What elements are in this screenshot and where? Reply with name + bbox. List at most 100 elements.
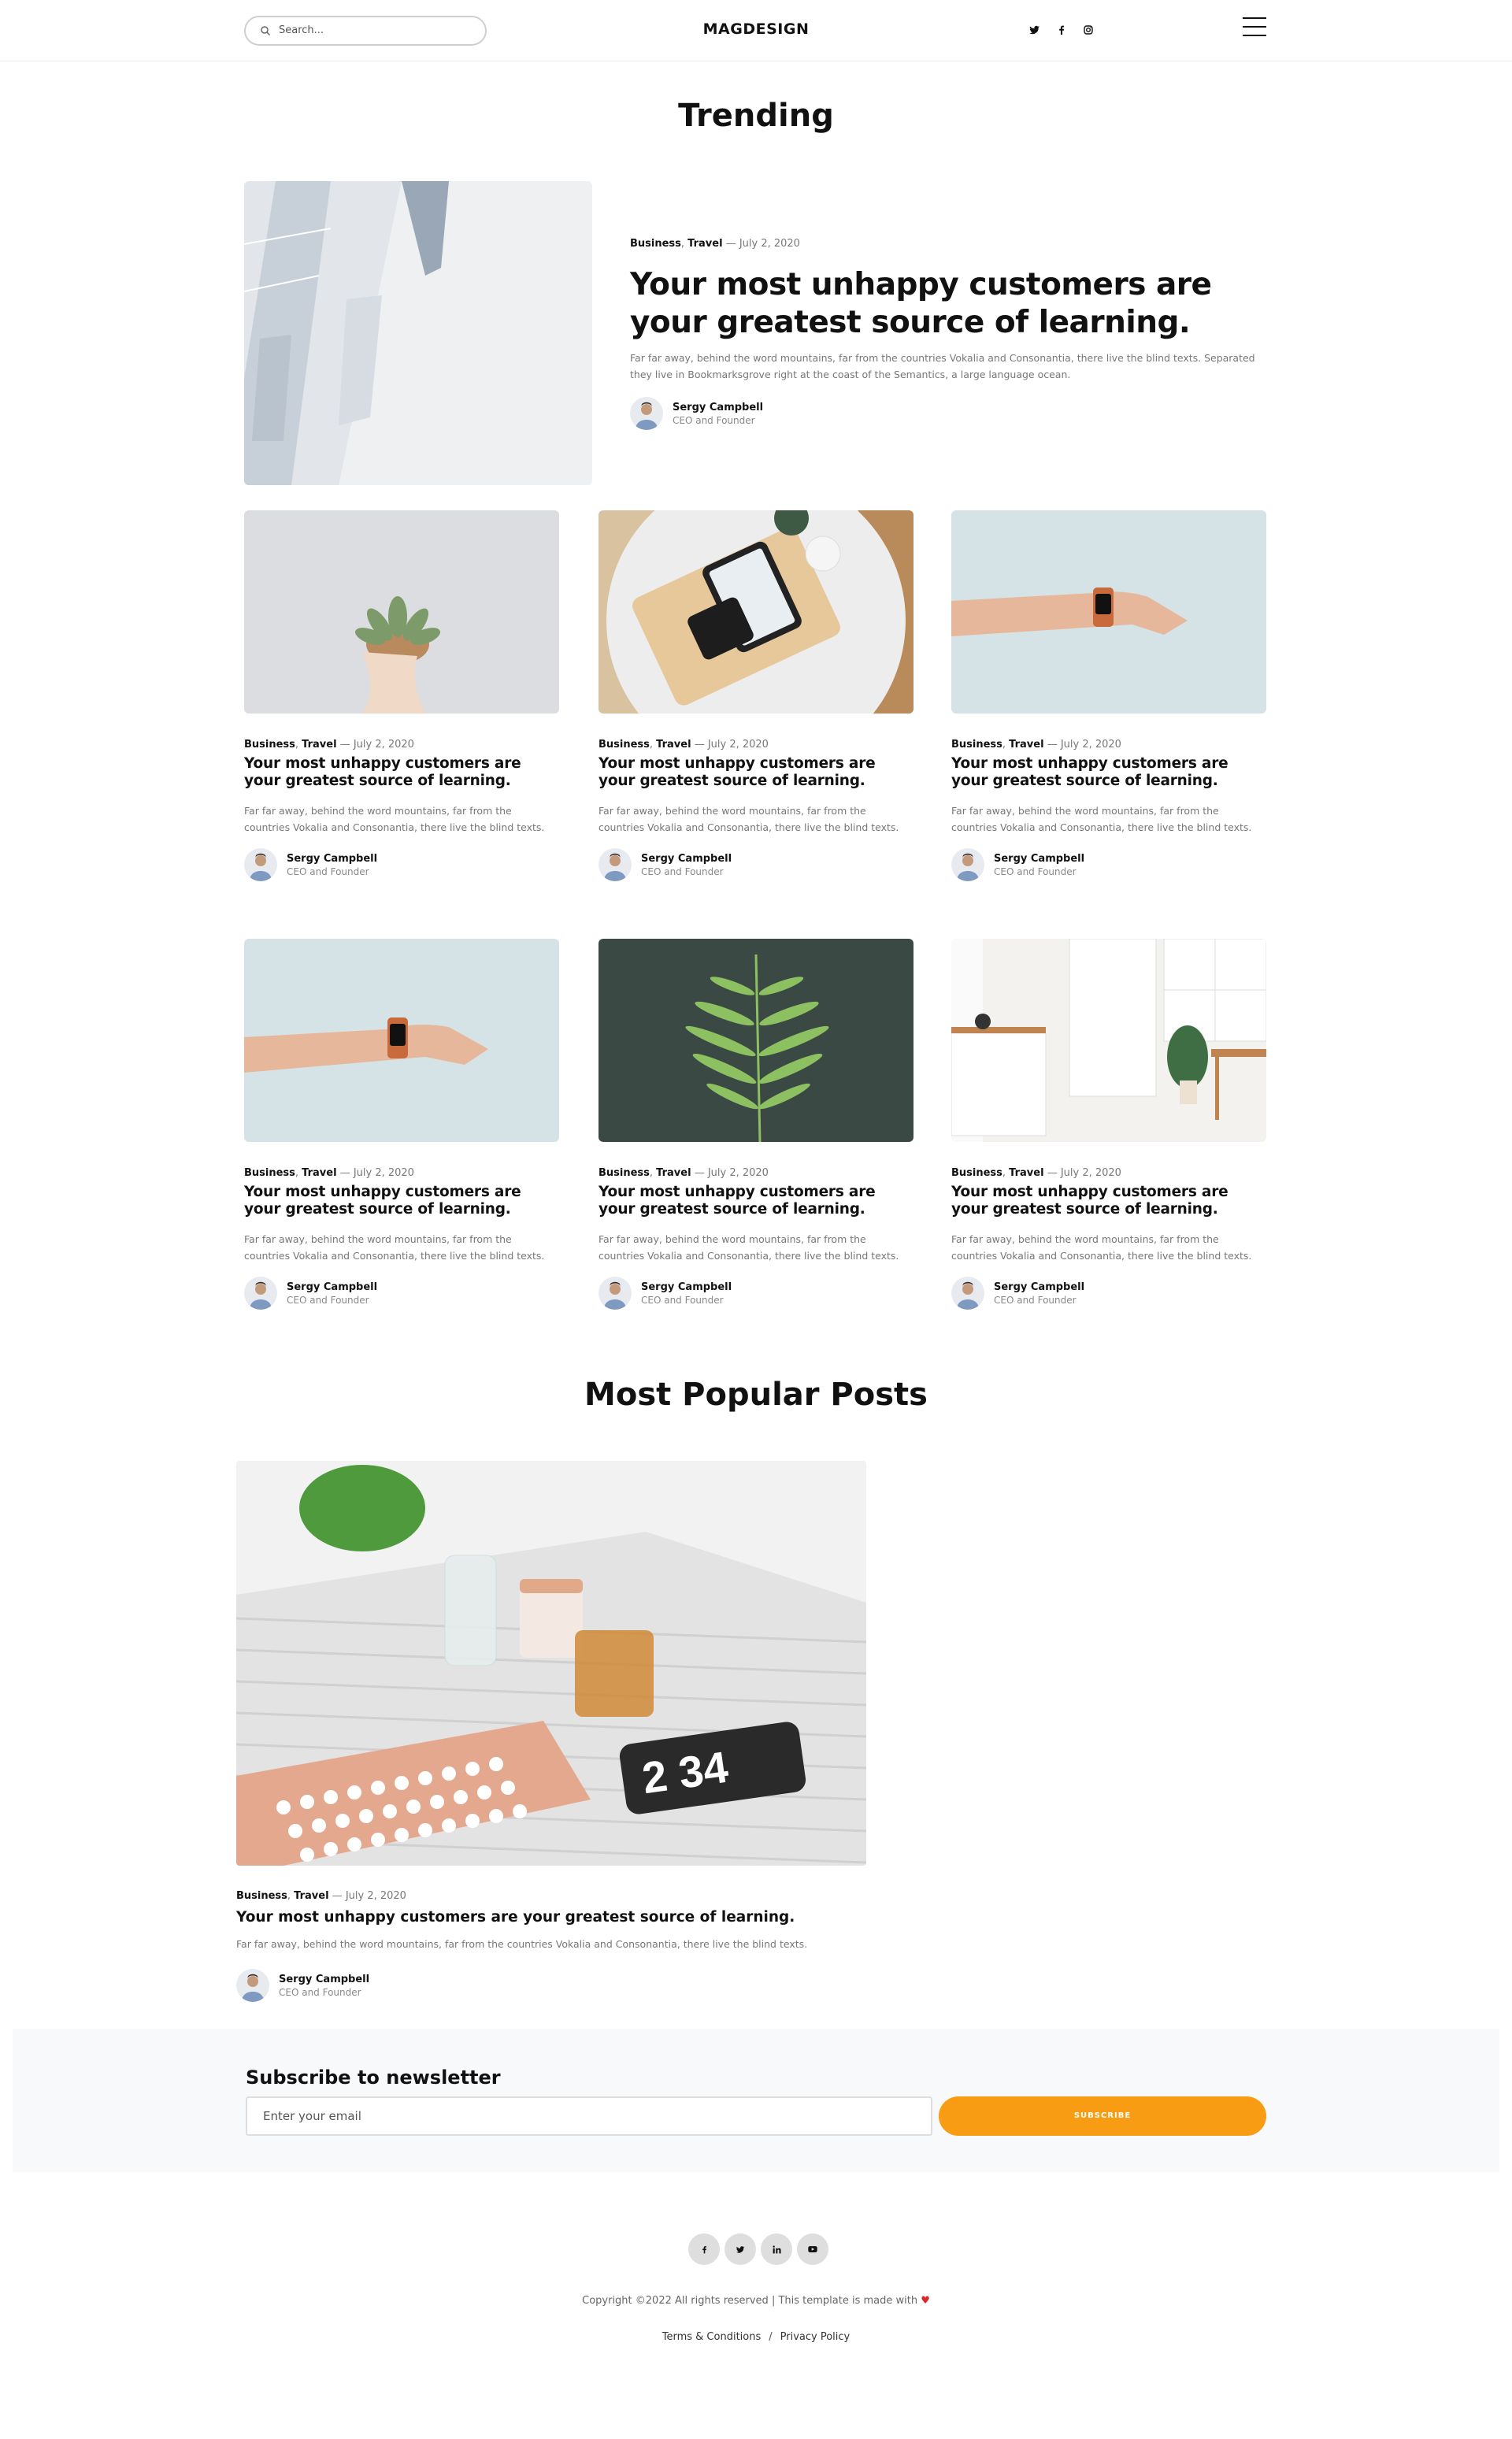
- category-link[interactable]: Travel: [1009, 1167, 1043, 1179]
- avatar: [630, 397, 663, 430]
- post-author: Sergy Campbell CEO and Founder: [951, 848, 1266, 881]
- post-card-image[interactable]: [951, 939, 1266, 1142]
- search-placeholder: Search...: [279, 24, 324, 36]
- post-author: Sergy Campbell CEO and Founder: [598, 848, 914, 881]
- avatar: [236, 1969, 269, 2002]
- author-name[interactable]: Sergy Campbell: [994, 852, 1084, 866]
- privacy-link[interactable]: Privacy Policy: [780, 2331, 850, 2343]
- featured-post-excerpt: Far far away, behind the word mountains,…: [630, 352, 1255, 380]
- copyright-label: Copyright ©2022 All rights reserved | Th…: [582, 2295, 918, 2307]
- site-logo[interactable]: MAGDESIGN: [693, 20, 819, 38]
- author-name[interactable]: Sergy Campbell: [641, 1281, 732, 1294]
- category-link[interactable]: Business: [630, 238, 681, 250]
- featured-post-meta: Business, Travel — July 2, 2020: [630, 238, 800, 250]
- email-placeholder: Enter your email: [263, 2109, 361, 2123]
- link-separator: /: [769, 2331, 773, 2343]
- author-name[interactable]: Sergy Campbell: [641, 852, 732, 866]
- post-excerpt: Far far away, behind the word mountains,…: [244, 805, 545, 833]
- post-date: — July 2, 2020: [332, 1890, 406, 1902]
- category-link[interactable]: Business: [951, 1167, 1002, 1179]
- post-title[interactable]: Your most unhappy customers are your gre…: [598, 755, 914, 790]
- author-name[interactable]: Sergy Campbell: [279, 1973, 369, 1986]
- post-card-image[interactable]: [951, 510, 1266, 714]
- category-link[interactable]: Travel: [302, 739, 336, 751]
- category-link[interactable]: Travel: [1009, 739, 1043, 751]
- post-date: — July 2, 2020: [725, 238, 800, 250]
- avatar: [951, 848, 984, 881]
- popular-post-title[interactable]: Your most unhappy customers are your gre…: [236, 1909, 795, 1926]
- facebook-icon[interactable]: [688, 2233, 720, 2265]
- email-field[interactable]: Enter your email: [246, 2096, 932, 2136]
- subscribe-button[interactable]: SUBSCRIBE: [939, 2096, 1266, 2136]
- footer-links: Terms & Conditions / Privacy Policy: [0, 2331, 1512, 2343]
- popular-post-image[interactable]: 2 34: [236, 1461, 866, 1866]
- post-title[interactable]: Your most unhappy customers are your gre…: [244, 755, 559, 790]
- featured-post-title[interactable]: Your most unhappy customers are your gre…: [630, 266, 1228, 342]
- category-link[interactable]: Business: [236, 1890, 287, 1902]
- post-author: Sergy Campbell CEO and Founder: [244, 1277, 559, 1310]
- post-date: — July 2, 2020: [339, 1167, 414, 1179]
- author-role: CEO and Founder: [994, 1294, 1077, 1306]
- post-meta: Business, Travel — July 2, 2020: [244, 739, 414, 751]
- post-author: Sergy Campbell CEO and Founder: [951, 1277, 1266, 1310]
- post-meta: Business, Travel — July 2, 2020: [951, 1167, 1121, 1179]
- avatar: [598, 848, 632, 881]
- post-card: Business, Travel — July 2, 2020 Your mos…: [244, 510, 559, 881]
- facebook-icon[interactable]: [1055, 24, 1068, 36]
- author-name[interactable]: Sergy Campbell: [673, 401, 763, 414]
- post-date: — July 2, 2020: [1047, 739, 1121, 751]
- category-link[interactable]: Travel: [302, 1167, 336, 1179]
- copyright-text: Copyright ©2022 All rights reserved | Th…: [0, 2295, 1512, 2307]
- category-link[interactable]: Business: [244, 739, 295, 751]
- page: Search... MAGDESIGN Trending Business, T…: [0, 0, 1512, 2439]
- linkedin-icon[interactable]: [761, 2233, 792, 2265]
- category-link[interactable]: Travel: [656, 1167, 691, 1179]
- twitter-icon[interactable]: [1028, 24, 1041, 36]
- featured-post-image[interactable]: [244, 181, 592, 485]
- avatar: [244, 848, 277, 881]
- post-excerpt: Far far away, behind the word mountains,…: [598, 1233, 899, 1262]
- category-link[interactable]: Business: [951, 739, 1002, 751]
- post-date: — July 2, 2020: [694, 739, 769, 751]
- category-link[interactable]: Business: [244, 1167, 295, 1179]
- category-link[interactable]: Travel: [294, 1890, 328, 1902]
- post-card: Business, Travel — July 2, 2020 Your mos…: [598, 510, 914, 881]
- popular-post-author: Sergy Campbell CEO and Founder: [236, 1969, 369, 2002]
- avatar: [598, 1277, 632, 1310]
- popular-post-meta: Business, Travel — July 2, 2020: [236, 1890, 406, 1902]
- terms-link[interactable]: Terms & Conditions: [662, 2331, 762, 2343]
- hamburger-icon[interactable]: [1243, 17, 1266, 38]
- post-title[interactable]: Your most unhappy customers are your gre…: [951, 755, 1266, 790]
- post-title[interactable]: Your most unhappy customers are your gre…: [598, 1184, 914, 1218]
- author-name[interactable]: Sergy Campbell: [287, 1281, 377, 1294]
- category-link[interactable]: Business: [598, 1167, 650, 1179]
- post-card: Business, Travel — July 2, 2020 Your mos…: [951, 939, 1266, 1310]
- search-icon: [261, 26, 271, 36]
- post-card-image[interactable]: [598, 939, 914, 1142]
- author-role: CEO and Founder: [994, 866, 1077, 877]
- category-link[interactable]: Travel: [687, 238, 722, 250]
- post-meta: Business, Travel — July 2, 2020: [598, 739, 769, 751]
- post-meta: Business, Travel — July 2, 2020: [244, 1167, 414, 1179]
- post-excerpt: Far far away, behind the word mountains,…: [244, 1233, 545, 1262]
- post-title[interactable]: Your most unhappy customers are your gre…: [951, 1184, 1266, 1218]
- post-author: Sergy Campbell CEO and Founder: [244, 848, 559, 881]
- header-social-links: [1028, 24, 1095, 36]
- post-title[interactable]: Your most unhappy customers are your gre…: [244, 1184, 559, 1218]
- youtube-icon[interactable]: [797, 2233, 828, 2265]
- search-input[interactable]: Search...: [244, 16, 487, 46]
- featured-post-author: Sergy Campbell CEO and Founder: [630, 397, 763, 430]
- category-link[interactable]: Travel: [656, 739, 691, 751]
- post-date: — July 2, 2020: [1047, 1167, 1121, 1179]
- category-link[interactable]: Business: [598, 739, 650, 751]
- twitter-icon[interactable]: [724, 2233, 756, 2265]
- post-card-image[interactable]: [598, 510, 914, 714]
- author-name[interactable]: Sergy Campbell: [287, 852, 377, 866]
- post-card-image[interactable]: [244, 510, 559, 714]
- author-role: CEO and Founder: [673, 414, 755, 426]
- post-card-image[interactable]: [244, 939, 559, 1142]
- instagram-icon[interactable]: [1082, 24, 1095, 36]
- newsletter-title: Subscribe to newsletter: [246, 2066, 501, 2089]
- post-excerpt: Far far away, behind the word mountains,…: [951, 805, 1252, 833]
- author-name[interactable]: Sergy Campbell: [994, 1281, 1084, 1294]
